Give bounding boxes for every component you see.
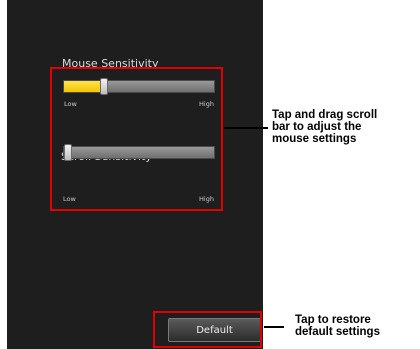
sliders-highlight-box [50,67,223,211]
restore-callout-text: Tap to restore default settings [295,314,380,338]
drag-callout-line [224,127,268,129]
default-highlight-box [153,311,262,348]
restore-callout-line [264,326,284,328]
drag-callout-text: Tap and drag scroll bar to adjust the mo… [272,109,378,145]
